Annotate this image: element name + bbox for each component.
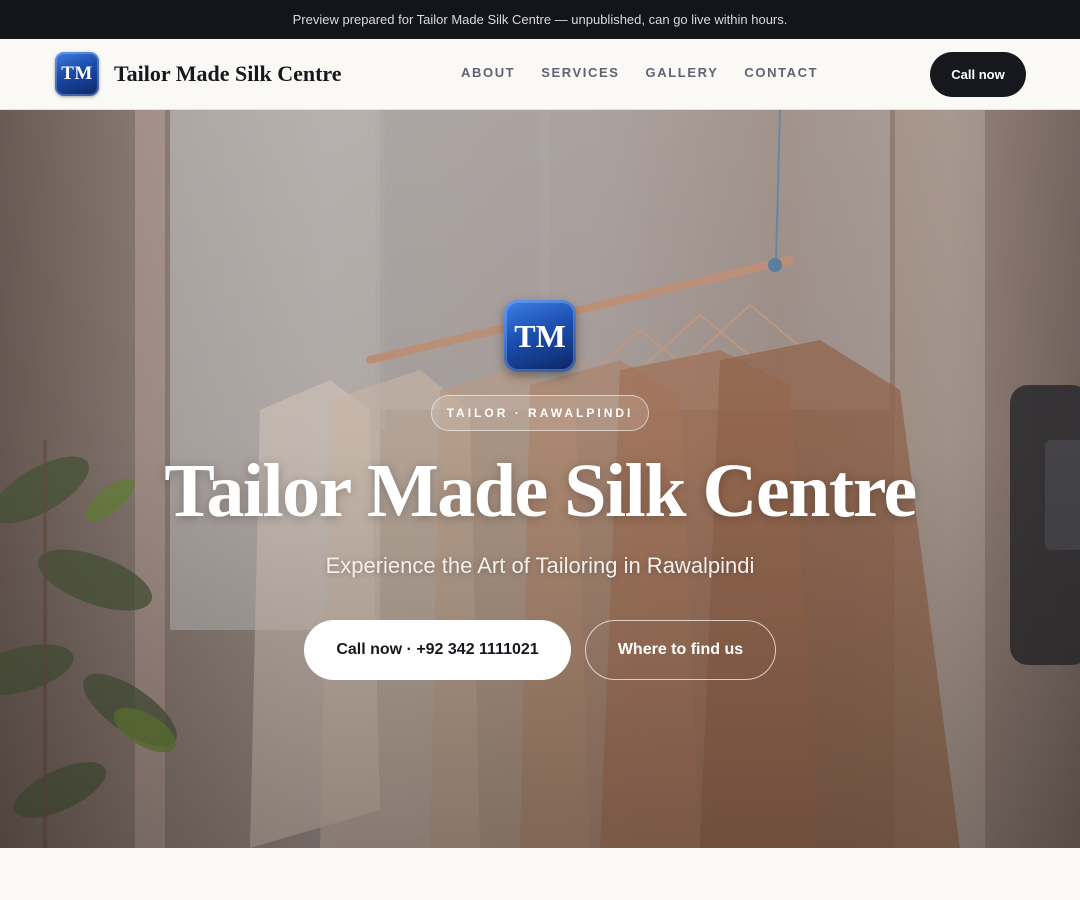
header-call-button[interactable]: Call now xyxy=(930,52,1026,97)
nav-services[interactable]: SERVICES xyxy=(541,65,619,80)
nav-about[interactable]: ABOUT xyxy=(461,65,515,80)
hero-logo: TM xyxy=(504,300,576,372)
announcement-text: Preview prepared for Tailor Made Silk Ce… xyxy=(292,12,788,27)
hero-location-button[interactable]: Where to find us xyxy=(585,620,776,680)
brand-logo-text: TM xyxy=(61,63,93,84)
hero-logo-text: TM xyxy=(514,317,566,354)
nav-gallery[interactable]: GALLERY xyxy=(646,65,719,80)
hero-title: Tailor Made Silk Centre xyxy=(164,449,917,533)
nav-contact[interactable]: CONTACT xyxy=(744,65,818,80)
hero-category-badge: TAILOR · RAWALPINDI xyxy=(431,395,649,431)
hero-call-button[interactable]: Call now · +92 342 1111021 xyxy=(304,620,571,680)
site-header: TM Tailor Made Silk Centre ABOUT SERVICE… xyxy=(0,39,1080,110)
announcement-bar: Preview prepared for Tailor Made Silk Ce… xyxy=(0,0,1080,39)
hero-subtitle: Experience the Art of Tailoring in Rawal… xyxy=(325,553,755,578)
brand-logo[interactable]: TM xyxy=(55,52,99,96)
main-nav: ABOUT SERVICES GALLERY CONTACT xyxy=(461,65,818,80)
hero-section: TM TAILOR · RAWALPINDI Tailor Made Silk … xyxy=(0,110,1080,848)
brand-name[interactable]: Tailor Made Silk Centre xyxy=(114,61,342,87)
